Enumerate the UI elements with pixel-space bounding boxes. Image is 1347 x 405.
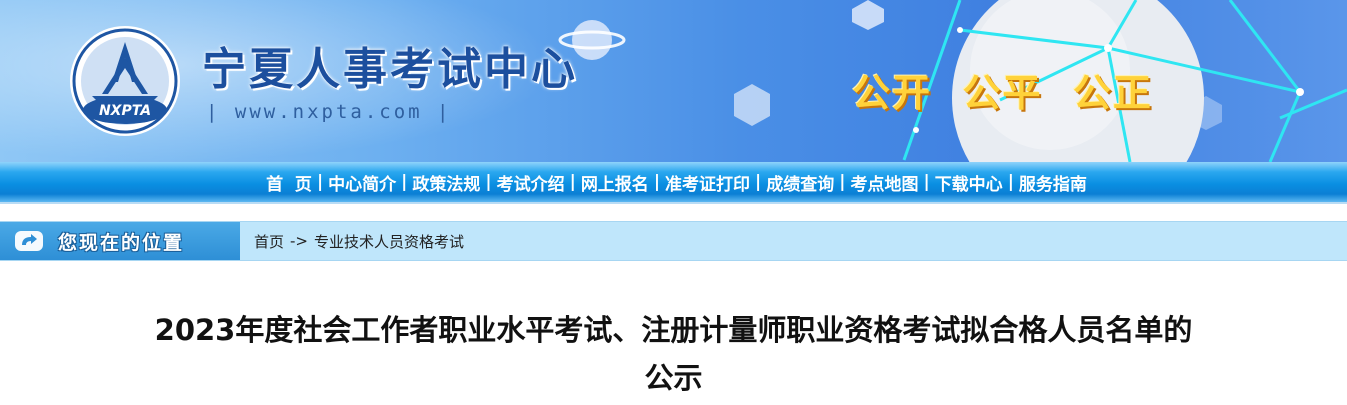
site-title: 宁夏人事考试中心 (202, 44, 578, 95)
slogan: 公开 公平 公正 (852, 71, 1153, 115)
nav-item-9[interactable]: 下载中心 (931, 170, 1007, 195)
nav-list: 首 页 | 中心简介 | 政策法规 | 考试介绍 | 网上报名 | 准考证打印 | 成绩查询 | 考点地图 |… (262, 170, 1091, 195)
curved-arrow-icon (14, 229, 44, 253)
breadcrumb-label: 您现在的位置 (58, 231, 185, 254)
nav-separator: | (485, 172, 492, 192)
nxpta-logo[interactable]: NXPTA (68, 24, 182, 138)
nav-separator: | (653, 172, 661, 192)
breadcrumb: 您现在的位置 首页 -> 专业技术人员资格考试 (0, 221, 1347, 261)
nav-separator: | (316, 172, 324, 192)
nav-separator: | (839, 172, 846, 192)
breadcrumb-current-link[interactable]: 专业技术人员资格考试 (314, 231, 464, 252)
breadcrumb-label-box: 您现在的位置 (0, 222, 240, 260)
article: 2023年度社会工作者职业水平考试、注册计量师职业资格考试拟合格人员名单的公示 (74, 261, 1274, 402)
nav-item-7[interactable]: 成绩查询 (762, 170, 838, 195)
nav-item-1[interactable]: 首 页 (262, 170, 316, 195)
spacer (0, 204, 1347, 221)
breadcrumb-path: 首页 -> 专业技术人员资格考试 (254, 231, 464, 252)
nav-separator: | (923, 172, 930, 192)
nav-item-3[interactable]: 政策法规 (408, 170, 484, 195)
nav-separator: | (1007, 172, 1014, 192)
main-nav: 首 页 | 中心简介 | 政策法规 | 考试介绍 | 网上报名 | 准考证打印 | 成绩查询 | 考点地图 |… (0, 162, 1347, 204)
site-url: | www.nxpta.com | (206, 101, 452, 123)
nav-item-5[interactable]: 网上报名 (577, 170, 653, 195)
logo-text: NXPTA (99, 103, 151, 119)
nav-separator: | (569, 172, 576, 192)
nav-item-6[interactable]: 准考证打印 (661, 170, 754, 195)
nav-item-8[interactable]: 考点地图 (846, 170, 922, 195)
nav-separator: | (755, 172, 762, 192)
cube-graphic (734, 84, 770, 126)
article-title: 2023年度社会工作者职业水平考试、注册计量师职业资格考试拟合格人员名单的公示 (154, 313, 1193, 395)
nav-item-4[interactable]: 考试介绍 (493, 170, 569, 195)
breadcrumb-home-link[interactable]: 首页 (254, 231, 284, 252)
site-banner: NXPTA 宁夏人事考试中心 | www.nxpta.com | 公开 公平 公… (0, 0, 1347, 162)
breadcrumb-arrow: -> (290, 232, 308, 250)
nav-separator: | (401, 172, 408, 192)
nav-item-10[interactable]: 服务指南 (1015, 170, 1091, 195)
cube-graphic (852, 0, 884, 30)
nav-item-2[interactable]: 中心简介 (324, 170, 400, 195)
